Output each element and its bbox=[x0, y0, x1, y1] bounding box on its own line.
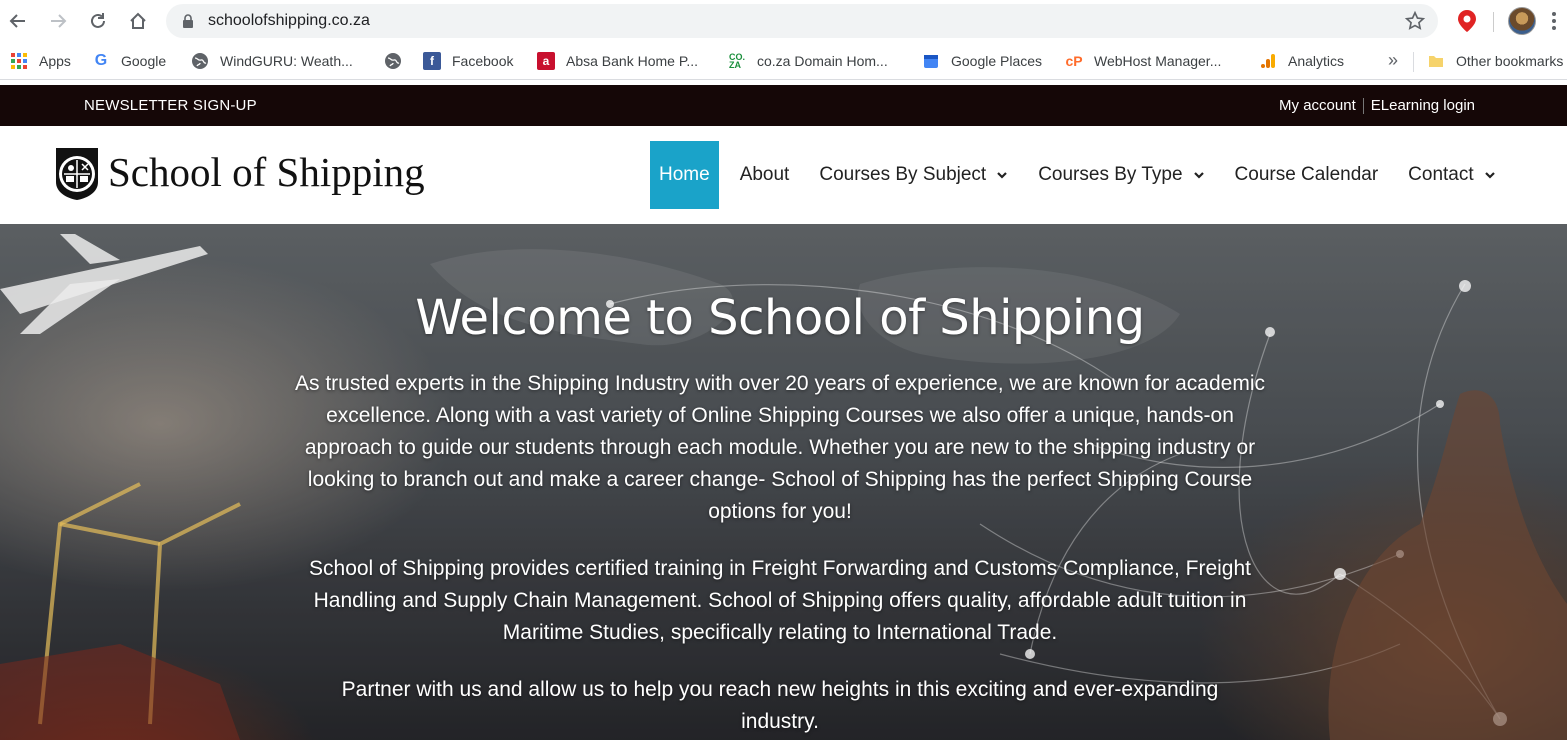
bookmark-apps[interactable]: Apps bbox=[10, 51, 71, 71]
school-logo-icon[interactable] bbox=[52, 146, 102, 202]
bookmark-label: Analytics bbox=[1288, 53, 1345, 69]
reload-icon[interactable] bbox=[85, 8, 111, 34]
nav-course-calendar[interactable]: Course Calendar bbox=[1220, 141, 1394, 209]
nav-label: Contact bbox=[1408, 164, 1474, 185]
hero-paragraph: Partner with us and allow us to help you… bbox=[341, 678, 1219, 733]
bookmark-absa[interactable]: a Absa Bank Home P... bbox=[537, 51, 698, 71]
nav-label: Courses By Subject bbox=[819, 164, 987, 185]
browser-menu-icon[interactable] bbox=[1552, 10, 1558, 32]
analytics-icon bbox=[1259, 52, 1277, 70]
forward-icon[interactable] bbox=[45, 8, 71, 34]
bookmark-label: Absa Bank Home P... bbox=[566, 53, 699, 69]
bookmark-label: co.za Domain Hom... bbox=[757, 53, 888, 69]
bookmark-label: WebHost Manager... bbox=[1094, 53, 1222, 69]
link-divider bbox=[1362, 97, 1364, 114]
cpanel-icon: cP bbox=[1065, 53, 1083, 69]
bookmark-label: WindGURU: Weath... bbox=[220, 53, 353, 69]
absa-icon: a bbox=[537, 52, 555, 70]
site-header: School of Shipping Home About Courses By… bbox=[0, 126, 1567, 224]
nav-courses-by-type[interactable]: Courses By Type bbox=[1023, 141, 1219, 209]
extension-pin-icon[interactable] bbox=[1456, 9, 1478, 33]
coza-icon: CO. ZA bbox=[728, 52, 745, 70]
nav-courses-by-subject[interactable]: Courses By Subject bbox=[804, 141, 1023, 209]
facebook-icon: f bbox=[423, 52, 441, 70]
nav-home[interactable]: Home bbox=[650, 141, 719, 209]
home-icon[interactable] bbox=[125, 8, 151, 34]
hero-content: Welcome to School of Shipping As trusted… bbox=[260, 290, 1300, 740]
google-places-icon bbox=[922, 52, 940, 70]
bookmark-label: Google Places bbox=[951, 53, 1043, 69]
nav-label: Course Calendar bbox=[1234, 164, 1379, 185]
bookmark-webhost[interactable]: cP WebHost Manager... bbox=[1065, 51, 1221, 71]
browser-toolbar: schoolofshipping.co.za bbox=[0, 0, 1567, 42]
bookmark-label: Other bookmarks bbox=[1456, 53, 1564, 69]
more-bookmarks-icon[interactable]: » bbox=[1388, 50, 1398, 71]
chevron-down-icon bbox=[1193, 172, 1204, 179]
nav-about[interactable]: About bbox=[719, 141, 805, 209]
bookmark-star-icon[interactable] bbox=[1404, 10, 1426, 32]
bookmark-label: Apps bbox=[39, 53, 71, 69]
bookmark-coza[interactable]: CO. ZA co.za Domain Hom... bbox=[728, 51, 888, 71]
bookmark-windguru[interactable]: WindGURU: Weath... bbox=[191, 51, 353, 71]
nav-label: About bbox=[739, 164, 790, 185]
globe-icon bbox=[384, 52, 402, 70]
bookmark-google-places[interactable]: Google Places bbox=[922, 51, 1042, 71]
bookmark-google[interactable]: G Google bbox=[92, 51, 166, 71]
main-navigation: Home About Courses By Subject Courses By… bbox=[650, 141, 1511, 209]
apps-grid-icon bbox=[10, 52, 28, 70]
bookmark-label: Facebook bbox=[452, 53, 514, 69]
back-icon[interactable] bbox=[5, 8, 31, 34]
folder-icon bbox=[1427, 52, 1445, 70]
my-account-link[interactable]: My account bbox=[1279, 97, 1356, 114]
address-bar[interactable]: schoolofshipping.co.za bbox=[166, 4, 1438, 38]
toolbar-divider bbox=[1493, 12, 1494, 32]
lock-icon bbox=[183, 14, 193, 28]
nav-label: Home bbox=[659, 164, 710, 185]
account-links: My account ELearning login bbox=[1279, 97, 1475, 114]
site-topbar: NEWSLETTER SIGN-UP My account ELearning … bbox=[0, 85, 1567, 126]
hero-paragraph: As trusted experts in the Shipping Indus… bbox=[295, 372, 1265, 523]
google-icon: G bbox=[94, 52, 108, 69]
chevron-down-icon bbox=[997, 172, 1007, 179]
globe-icon bbox=[191, 52, 209, 70]
hero-title: Welcome to School of Shipping bbox=[415, 290, 1145, 346]
elearning-login-link[interactable]: ELearning login bbox=[1371, 97, 1475, 114]
hero-banner: Welcome to School of Shipping As trusted… bbox=[0, 224, 1567, 740]
bookmarks-bar: Apps G Google WindGURU: Weath... f Faceb… bbox=[0, 42, 1567, 80]
nav-label: Courses By Type bbox=[1038, 164, 1183, 185]
chevron-down-icon bbox=[1484, 172, 1495, 179]
nav-contact[interactable]: Contact bbox=[1393, 141, 1510, 209]
site-logo-text[interactable]: School of Shipping bbox=[108, 148, 425, 196]
hero-paragraph: School of Shipping provides certified tr… bbox=[309, 557, 1251, 644]
bookmark-other[interactable]: Other bookmarks bbox=[1427, 51, 1563, 71]
bookmark-facebook[interactable]: f Facebook bbox=[423, 51, 513, 71]
bookmark-globe[interactable] bbox=[384, 51, 413, 71]
profile-avatar[interactable] bbox=[1508, 7, 1536, 35]
bookmark-analytics[interactable]: Analytics bbox=[1259, 51, 1344, 71]
bookmark-label: Google bbox=[121, 53, 167, 69]
newsletter-signup-link[interactable]: NEWSLETTER SIGN-UP bbox=[84, 97, 257, 114]
url-text[interactable]: schoolofshipping.co.za bbox=[208, 12, 370, 30]
bookmarks-divider bbox=[1413, 52, 1414, 72]
